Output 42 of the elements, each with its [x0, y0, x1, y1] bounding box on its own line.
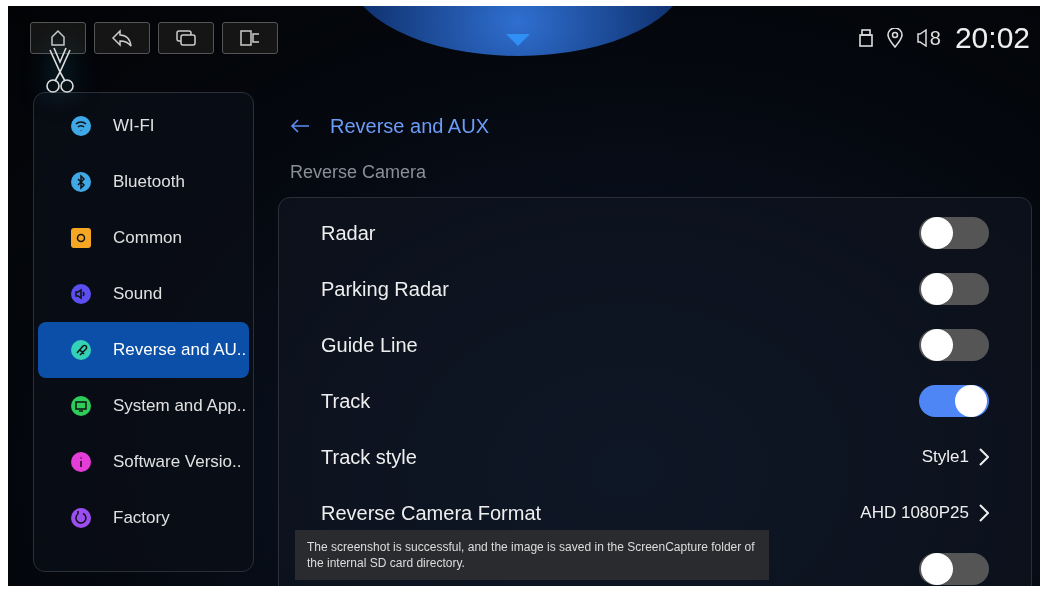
sidebar-item[interactable]: Software Versio.. [38, 434, 249, 490]
back-arrow-icon[interactable] [290, 119, 310, 133]
sidebar-item[interactable]: Reverse and AU.. [38, 322, 249, 378]
multitask-button[interactable] [158, 22, 214, 54]
clock-time: 20:02 [954, 21, 1030, 55]
toggle-switch[interactable] [919, 553, 989, 585]
setting-label: Radar [321, 221, 376, 245]
sidebar-item[interactable]: Sound [38, 266, 249, 322]
volume-level: 8 [929, 26, 941, 50]
sidebar-item[interactable]: Factory [38, 490, 249, 546]
speaker-icon [916, 29, 927, 47]
home-button[interactable] [30, 22, 86, 54]
back-button[interactable] [94, 22, 150, 54]
setting-label: Reverse Camera Format [321, 501, 542, 525]
toggle-switch[interactable] [919, 217, 989, 249]
chevron-right-icon [979, 504, 989, 522]
toast-message: The screenshot is successful, and the image is saved in the ScreenCapture folder of the internal SD card directory. [295, 530, 769, 580]
sidebar-item[interactable]: System and App.. [38, 378, 249, 434]
toggle-switch[interactable] [919, 329, 989, 361]
setting-value-link[interactable]: Style1 [921, 447, 989, 467]
usb-icon [858, 29, 873, 47]
split-screen-icon [239, 29, 261, 47]
windows-icon [175, 29, 197, 47]
setting-label: Guide Line [321, 333, 418, 357]
sidebar-item[interactable]: Common [38, 210, 249, 266]
sidebar-item[interactable]: Bluetooth [38, 154, 249, 210]
sidebar-item[interactable]: WI-FI [38, 98, 249, 154]
setting-value-link[interactable]: AHD 1080P25 [860, 503, 989, 523]
page-title: Reverse and AUX [330, 114, 489, 138]
caret-down-icon [506, 34, 530, 46]
location-pin-icon [886, 28, 903, 48]
setting-label: Track style [321, 445, 417, 469]
setting-label: Track [321, 389, 371, 413]
house-icon [48, 28, 68, 48]
split-screen-button[interactable] [222, 22, 278, 54]
toggle-switch[interactable] [919, 385, 989, 417]
section-heading: Reverse Camera [289, 162, 428, 183]
back-arrow-icon [111, 29, 133, 47]
chevron-right-icon [979, 448, 989, 466]
toggle-switch[interactable] [919, 273, 989, 305]
setting-label: Parking Radar [321, 277, 449, 301]
scissors-icon[interactable] [45, 46, 75, 96]
